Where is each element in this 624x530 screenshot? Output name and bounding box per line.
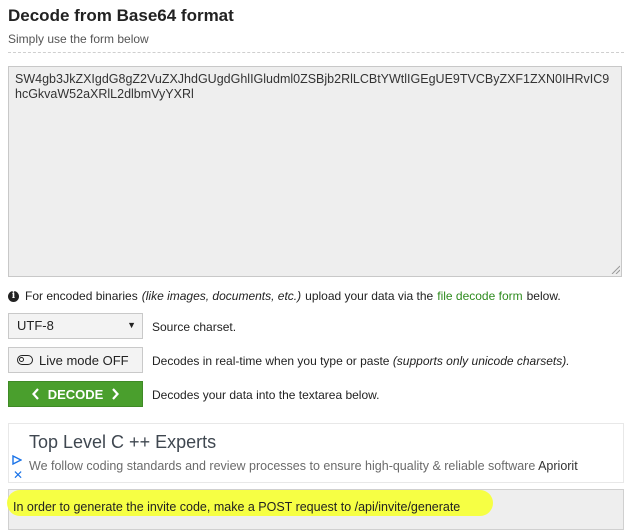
binary-info-line: i For encoded binaries (like images, doc… xyxy=(8,289,561,303)
chevron-right-icon xyxy=(112,388,120,400)
decode-button[interactable]: DECODE xyxy=(8,381,143,407)
ad-banner[interactable]: Top Level C ++ Experts We follow coding … xyxy=(8,423,624,483)
info-middle: upload your data via the xyxy=(305,289,434,303)
resize-grip-icon[interactable] xyxy=(610,264,620,274)
page-subtitle: Simply use the form below xyxy=(8,32,149,46)
ad-brand: Apriorit xyxy=(538,459,578,473)
chevron-left-icon xyxy=(31,388,39,400)
ad-body: We follow coding standards and review pr… xyxy=(29,459,536,473)
live-mode-note: (supports only unicode charsets). xyxy=(392,354,570,368)
charset-selected-value: UTF-8 xyxy=(17,318,54,333)
decoded-output[interactable]: In order to generate the invite code, ma… xyxy=(7,489,624,530)
decode-button-label: DECODE xyxy=(47,386,104,402)
charset-select[interactable]: UTF-8 ▼ xyxy=(8,313,143,339)
close-icon[interactable]: ✕ xyxy=(13,469,23,481)
ad-choices-icon[interactable] xyxy=(12,455,22,465)
divider xyxy=(8,52,624,53)
file-decode-link[interactable]: file decode form xyxy=(437,289,522,303)
base64-input[interactable] xyxy=(8,66,622,277)
live-mode-desc-text: Decodes in real-time when you type or pa… xyxy=(152,354,390,368)
toggle-off-icon xyxy=(17,355,33,365)
info-examples: (like images, documents, etc.) xyxy=(141,289,302,303)
decode-description: Decodes your data into the textarea belo… xyxy=(152,388,380,402)
ad-title[interactable]: Top Level C ++ Experts xyxy=(29,432,216,453)
page-title: Decode from Base64 format xyxy=(8,6,234,25)
decoded-output-text: In order to generate the invite code, ma… xyxy=(13,500,461,514)
charset-label: Source charset. xyxy=(152,320,237,334)
info-prefix: For encoded binaries xyxy=(25,289,138,303)
info-suffix: below. xyxy=(526,289,561,303)
chevron-down-icon: ▼ xyxy=(127,320,136,330)
live-mode-label: Live mode OFF xyxy=(39,352,129,368)
info-icon: i xyxy=(8,290,19,302)
live-mode-toggle-button[interactable]: Live mode OFF xyxy=(8,347,143,373)
live-mode-description: Decodes in real-time when you type or pa… xyxy=(152,354,570,368)
ad-text[interactable]: We follow coding standards and review pr… xyxy=(29,459,578,473)
